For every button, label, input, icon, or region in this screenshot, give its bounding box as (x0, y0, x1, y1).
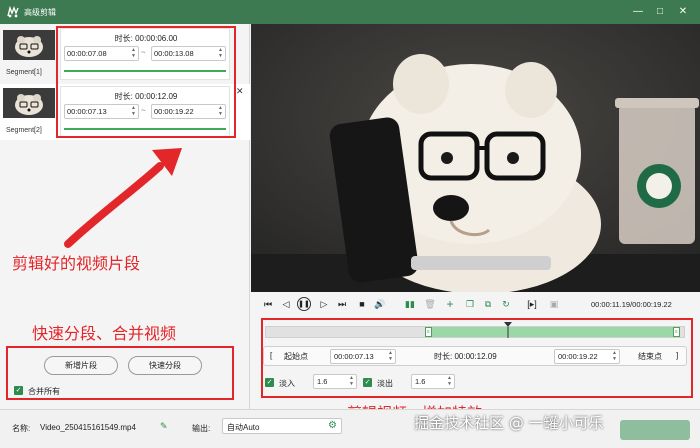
output-label: 输出: (192, 424, 211, 433)
spinner-icon[interactable]: ▲ ▼ (447, 375, 452, 387)
start-time-input[interactable]: 00:00:07.13 ▲ ▼ (330, 349, 396, 364)
end-time-input[interactable]: 00:00:19.22 ▲ ▼ (554, 349, 620, 364)
name-label: 名称: (12, 424, 31, 433)
gear-icon[interactable]: ⚙ (328, 420, 337, 431)
file-name: Video_250415161549.mp4 (40, 423, 136, 432)
spinner-icon[interactable]: ▲ ▼ (612, 350, 617, 362)
mark-range-icon[interactable]: [▸] (525, 297, 539, 311)
selection-end-handle[interactable]: ≡ (672, 327, 680, 337)
output-select[interactable]: 自动Auto ⚙ (222, 418, 342, 434)
title-bar: 高级剪辑 — □ ✕ (0, 0, 700, 24)
bracket-end-icon: ] (676, 351, 679, 360)
delete-icon[interactable]: 🗑 (423, 297, 437, 311)
fade-out-checkbox[interactable]: ✓ (363, 378, 372, 387)
range-edit-row: [ 起始点 00:00:07.13 ▲ ▼ 时长: 00:00:12.09 00:… (263, 346, 687, 366)
volume-icon[interactable]: 🔊 (373, 297, 387, 311)
annotation-split-merge: 快速分段、合并视频 (32, 324, 177, 343)
pause-icon[interactable]: ❚❚ (297, 297, 311, 311)
dog-thumbnail-icon (3, 30, 55, 60)
timeline-selection[interactable] (424, 327, 680, 337)
set-end-button[interactable]: 结束点 (638, 351, 662, 362)
fade-out-label: 淡出 (377, 379, 393, 388)
timeline-track[interactable]: ≡ ≡ (265, 322, 685, 338)
edit-controls: ⏮ ◁ ❚❚ ▷ ⏭ ■ 🔊 ▮▮ 🗑 + ❐ ⧉ ↻ [▸] ▣ 00:00:… (251, 292, 700, 422)
minimize-button[interactable]: — (630, 4, 646, 20)
quick-split-button[interactable]: 快速分段 (128, 356, 202, 375)
go-start-icon[interactable]: ⏮ (261, 297, 275, 311)
merge-all-label: 合并所有 (28, 387, 60, 396)
annotation-box-clips (56, 26, 236, 138)
segment-thumbnail[interactable] (3, 30, 55, 60)
range-duration: 时长: 00:00:12.09 (434, 352, 497, 361)
crop-icon[interactable]: ⧉ (481, 297, 495, 311)
export-button[interactable] (620, 420, 690, 440)
fade-in-checkbox[interactable]: ✓ (265, 378, 274, 387)
time-display: 00:00:11.19/00:00:19.22 (591, 300, 672, 309)
spinner-icon[interactable]: ▲ ▼ (388, 350, 393, 362)
watermark-text: 掘金技术社区 @ 一罐小可乐 (414, 414, 604, 432)
spinner-icon[interactable]: ▲ ▼ (349, 375, 354, 387)
bottom-bar: 名称: Video_250415161549.mp4 ✎ 输出: 自动Auto … (0, 409, 700, 448)
edit-name-icon[interactable]: ✎ (160, 421, 168, 432)
add-icon[interactable]: + (443, 297, 457, 311)
step-back-icon[interactable]: ◁ (279, 297, 293, 311)
stop-icon[interactable]: ■ (355, 297, 369, 311)
segment-thumbnail[interactable] (3, 88, 55, 118)
set-start-button[interactable]: 起始点 (284, 351, 308, 362)
fade-out-input[interactable]: 1.6 ▲ ▼ (411, 374, 455, 389)
add-segment-button[interactable]: 新增片段 (44, 356, 118, 375)
playhead-icon[interactable] (504, 322, 513, 338)
go-end-icon[interactable]: ⏭ (335, 297, 349, 311)
split-icon[interactable]: ▮▮ (403, 297, 417, 311)
segment-label: Segment[2] (6, 127, 42, 134)
snapshot-icon[interactable]: ▣ (547, 297, 561, 311)
copy-icon[interactable]: ❐ (463, 297, 477, 311)
window-title: 高级剪辑 (24, 8, 56, 17)
app-logo-icon (7, 5, 19, 18)
video-preview[interactable] (251, 24, 700, 292)
close-button[interactable]: ✕ (675, 4, 691, 20)
annotation-clips: 剪辑好的视频片段 (12, 254, 141, 273)
maximize-button[interactable]: □ (652, 4, 668, 20)
segment-label: Segment[1] (6, 69, 42, 76)
merge-all-checkbox[interactable]: ✓ (14, 386, 23, 395)
video-frame (251, 24, 700, 292)
segment-panel: Segment[1] 时长: 00:00:06.00 00:00:07.08 ▲… (0, 24, 250, 409)
annotation-arrow-icon (64, 148, 182, 248)
remove-segment-icon[interactable]: ✕ (236, 86, 244, 97)
fade-in-label: 淡入 (279, 379, 295, 388)
fade-in-input[interactable]: 1.6 ▲ ▼ (313, 374, 357, 389)
selection-start-handle[interactable]: ≡ (424, 327, 432, 337)
dog-thumbnail-icon (3, 88, 55, 118)
step-forward-icon[interactable]: ▷ (317, 297, 331, 311)
bracket-start-icon: [ (270, 351, 273, 360)
rotate-icon[interactable]: ↻ (499, 297, 513, 311)
